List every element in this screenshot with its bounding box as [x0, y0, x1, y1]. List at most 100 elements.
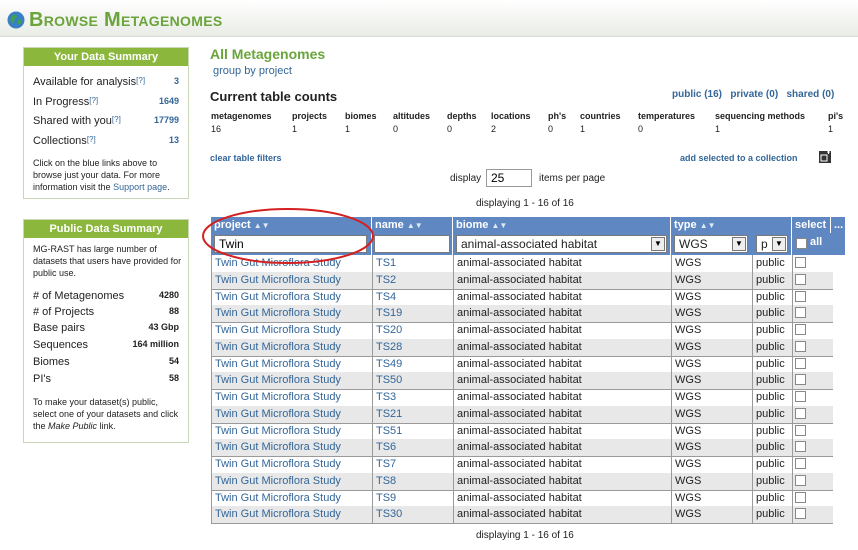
group-by-project-link[interactable]: group by project — [213, 65, 292, 77]
biome-filter-select[interactable]: animal-associated habitat ▼ — [456, 235, 667, 253]
project-link[interactable]: Twin Gut Microflora Study — [211, 405, 372, 423]
project-link[interactable]: Twin Gut Microflora Study — [211, 355, 372, 373]
visibility-cell: public — [752, 338, 792, 356]
in-progress-count-link[interactable]: 1649 — [159, 96, 179, 106]
row-select-checkbox[interactable] — [795, 307, 806, 319]
project-link[interactable]: Twin Gut Microflora Study — [211, 489, 372, 507]
support-page-link[interactable]: Support page — [113, 182, 167, 192]
type-filter-select[interactable]: WGS ▼ — [674, 235, 748, 253]
public-filter-link[interactable]: public (16) — [672, 89, 722, 100]
project-filter-input[interactable] — [214, 235, 367, 253]
select-cell — [792, 322, 833, 339]
column-header-type[interactable]: type ▲▼ — [671, 217, 791, 233]
row-select-checkbox[interactable] — [795, 357, 806, 369]
table-row: Twin Gut Microflora Study TS4 animal-assoc… — [211, 288, 833, 307]
help-link[interactable]: [?] — [87, 135, 96, 144]
row-select-checkbox[interactable] — [795, 290, 806, 302]
type-cell: WGS — [671, 338, 752, 356]
project-link[interactable]: Twin Gut Microflora Study — [211, 506, 372, 524]
column-header-select: select — [792, 217, 830, 233]
shared-filter-link[interactable]: shared (0) — [787, 89, 835, 100]
metagenome-name-link[interactable]: TS21 — [372, 405, 453, 423]
row-select-checkbox[interactable] — [795, 441, 806, 453]
metagenome-name-link[interactable]: TS9 — [372, 489, 453, 507]
project-link[interactable]: Twin Gut Microflora Study — [211, 422, 372, 440]
metagenome-name-link[interactable]: TS20 — [372, 322, 453, 339]
select-cell — [792, 506, 833, 524]
help-link[interactable]: [?] — [112, 115, 121, 124]
metagenome-name-link[interactable]: TS51 — [372, 422, 453, 440]
metagenome-name-link[interactable]: TS3 — [372, 389, 453, 406]
sort-arrows-icon[interactable]: ▲▼ — [254, 221, 270, 230]
row-select-checkbox[interactable] — [795, 340, 806, 352]
sort-arrows-icon[interactable]: ▲▼ — [700, 221, 716, 230]
row-select-checkbox[interactable] — [795, 407, 806, 419]
name-filter-input[interactable] — [374, 235, 450, 253]
visibility-cell: public — [752, 439, 792, 457]
row-select-checkbox[interactable] — [795, 424, 806, 436]
count-altitudes: altitudes 0 — [393, 111, 431, 134]
private-filter-link[interactable]: private (0) — [730, 89, 778, 100]
project-link[interactable]: Twin Gut Microflora Study — [211, 288, 372, 306]
help-link[interactable]: [?] — [89, 96, 98, 105]
column-header-name[interactable]: name ▲▼ — [372, 217, 452, 233]
project-link[interactable]: Twin Gut Microflora Study — [211, 472, 372, 490]
metagenome-name-link[interactable]: TS49 — [372, 355, 453, 373]
type-cell: WGS — [671, 405, 752, 423]
project-link[interactable]: Twin Gut Microflora Study — [211, 338, 372, 356]
select-cell — [792, 489, 833, 507]
dropdown-arrow-icon: ▼ — [772, 237, 786, 251]
items-per-page-input[interactable] — [486, 169, 532, 187]
column-header-project[interactable]: project ▲▼ — [211, 217, 371, 233]
column-header-biome[interactable]: biome ▲▼ — [453, 217, 670, 233]
project-link[interactable]: Twin Gut Microflora Study — [211, 322, 372, 339]
metagenome-name-link[interactable]: TS30 — [372, 506, 453, 524]
metagenome-name-link[interactable]: TS28 — [372, 338, 453, 356]
project-link[interactable]: Twin Gut Microflora Study — [211, 255, 372, 272]
project-link[interactable]: Twin Gut Microflora Study — [211, 389, 372, 406]
biome-cell: animal-associated habitat — [453, 422, 671, 440]
row-select-checkbox[interactable] — [795, 474, 806, 486]
select-all-checkbox[interactable] — [796, 238, 807, 249]
metagenome-name-link[interactable]: TS1 — [372, 255, 453, 272]
biome-cell: animal-associated habitat — [453, 489, 671, 507]
available-count-link[interactable]: 3 — [174, 76, 179, 86]
row-select-checkbox[interactable] — [795, 458, 806, 469]
metagenome-name-link[interactable]: TS2 — [372, 271, 453, 289]
add-to-collection-link[interactable]: add selected to a collection — [680, 153, 798, 163]
collections-count-link[interactable]: 13 — [169, 135, 179, 145]
more-columns-button[interactable]: ... — [831, 217, 845, 233]
row-select-checkbox[interactable] — [795, 491, 806, 503]
metagenome-name-link[interactable]: TS4 — [372, 288, 453, 306]
row-select-checkbox[interactable] — [795, 273, 806, 285]
metagenome-name-link[interactable]: TS6 — [372, 439, 453, 457]
sort-arrows-icon[interactable]: ▲▼ — [491, 221, 507, 230]
your-summary-note: Click on the blue links above to browse … — [33, 158, 170, 192]
metagenome-name-link[interactable]: TS19 — [372, 305, 453, 323]
project-link[interactable]: Twin Gut Microflora Study — [211, 439, 372, 457]
visibility-filter-select[interactable]: p ▼ — [756, 235, 788, 253]
collection-icon[interactable] — [819, 151, 831, 163]
project-link[interactable]: Twin Gut Microflora Study — [211, 372, 372, 390]
row-select-checkbox[interactable] — [795, 508, 806, 520]
row-select-checkbox[interactable] — [795, 257, 806, 268]
shared-count-link[interactable]: 17799 — [154, 115, 179, 125]
summary-row-shared: Shared with you[?] 17799 — [33, 115, 179, 127]
type-cell: WGS — [671, 271, 752, 289]
project-link[interactable]: Twin Gut Microflora Study — [211, 456, 372, 473]
sort-arrows-icon[interactable]: ▲▼ — [407, 221, 423, 230]
row-select-checkbox[interactable] — [795, 391, 806, 402]
project-link[interactable]: Twin Gut Microflora Study — [211, 271, 372, 289]
select-cell — [792, 472, 833, 490]
summary-row-in-progress: In Progress[?] 1649 — [33, 96, 179, 108]
metagenome-name-link[interactable]: TS7 — [372, 456, 453, 473]
count-phs: ph's 0 — [548, 111, 567, 134]
row-select-checkbox[interactable] — [795, 324, 806, 335]
row-select-checkbox[interactable] — [795, 374, 806, 386]
metagenome-name-link[interactable]: TS8 — [372, 472, 453, 490]
clear-filters-link[interactable]: clear table filters — [210, 153, 282, 163]
metagenome-table: project ▲▼ name ▲▼ biome ▲▼ type ▲▼ sele… — [211, 217, 845, 525]
metagenome-name-link[interactable]: TS50 — [372, 372, 453, 390]
project-link[interactable]: Twin Gut Microflora Study — [211, 305, 372, 323]
help-link[interactable]: [?] — [136, 76, 145, 85]
